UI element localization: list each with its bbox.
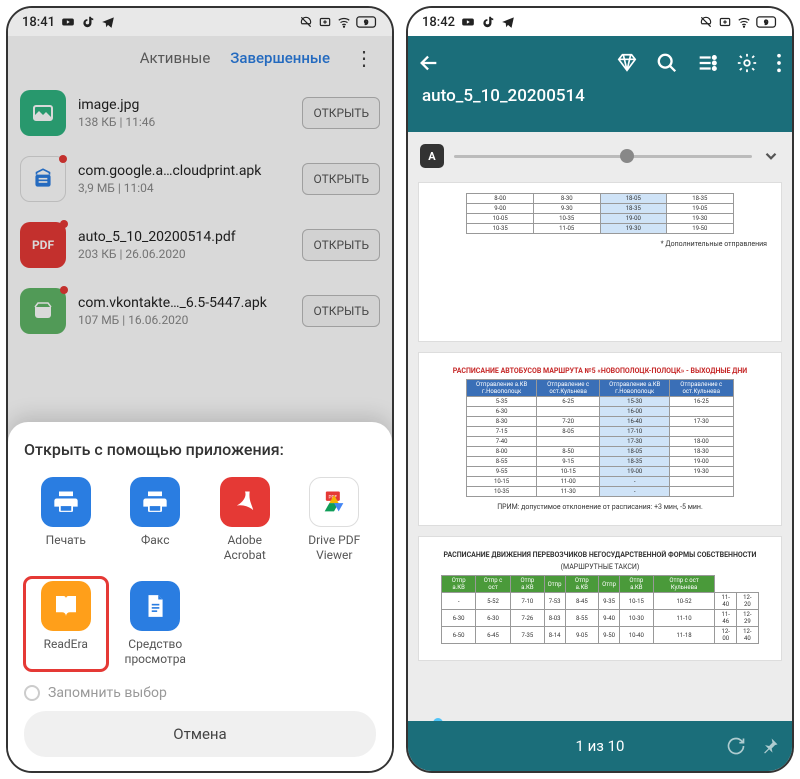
rotate-icon[interactable] [726,736,746,756]
remember-choice-row[interactable]: Запомнить выбор [24,685,376,701]
brightness-controls [418,140,782,172]
file-name: com.vkontakte…_6.5-5447.apk [78,295,290,311]
printer-icon [41,477,91,527]
battery-icon: 9 [756,15,778,29]
battery-saver-icon [318,15,332,29]
printer-icon [130,477,180,527]
status-bar: 18:42 9 [408,8,792,36]
svg-text:9: 9 [764,19,768,27]
open-button[interactable]: ОТКРЫТЬ [302,163,380,195]
mute-icon [699,15,713,29]
mute-icon [299,15,313,29]
youtube-icon [61,15,75,29]
app-option-print[interactable]: Печать [24,473,108,567]
file-meta: 3,9 МБ | 11:04 [78,181,290,195]
phone-left-screenshot: 18:41 9 Активные Завершенные ⋮ [6,6,394,773]
file-name: image.jpg [78,97,290,113]
app-label: Drive PDF Viewer [297,533,373,563]
reader-footer: 1 из 10 [408,721,792,771]
image-file-icon [20,90,66,136]
list-item[interactable]: image.jpg 138 КБ | 11:46 ОТКРЫТЬ [8,80,392,146]
doc-icon [130,581,180,631]
premium-diamond-icon[interactable] [616,52,638,74]
chevron-down-icon[interactable] [762,147,780,165]
pdf-page-2: РАСПИСАНИЕ АВТОБУСОВ МАРШРУТА №5 «НОВОПО… [418,352,782,526]
page-note: ПРИМ: допустимое отклонение от расписани… [433,503,767,511]
settings-gear-icon[interactable] [736,52,758,74]
brightness-slider[interactable] [454,155,752,158]
app-label: Adobe Acrobat [207,533,283,563]
file-meta: 138 КБ | 11:46 [78,115,290,129]
page-indicator: 1 из 10 [575,737,624,755]
telegram-icon [501,15,515,29]
youtube-icon [461,15,475,29]
auto-brightness-icon[interactable] [420,144,444,168]
app-option-drive-pdf[interactable]: PDF Drive PDF Viewer [293,473,377,567]
file-meta: 107 МБ | 16.06.2020 [78,313,290,327]
svg-text:9: 9 [364,19,368,27]
app-label: ReadEra [44,637,88,667]
app-label: Факс [141,533,169,563]
wifi-icon [337,15,351,29]
acrobat-icon [220,477,270,527]
document-viewport[interactable]: 8-008-3018-0518-359-009-3018-3519-0510-0… [408,132,792,721]
status-time: 18:41 [22,15,55,30]
page-caption: РАСПИСАНИЕ АВТОБУСОВ МАРШРУТА №5 «НОВОПО… [433,367,767,375]
tiktok-icon [481,15,495,29]
app-chooser-grid: Печать Факс Adobe Acrobat PDF [24,473,376,671]
download-tabs: Активные Завершенные ⋮ [8,36,392,80]
open-button[interactable]: ОТКРЫТЬ [302,295,380,327]
apk-file-icon [20,288,66,334]
radio-icon[interactable] [24,685,40,701]
pdf-page-1: 8-008-3018-0518-359-009-3018-3519-0510-0… [418,182,782,342]
app-label: Средство просмотра [118,637,194,667]
sheet-title: Открыть с помощью приложения: [24,440,376,459]
battery-icon: 9 [356,15,378,29]
overflow-menu-icon[interactable] [776,52,782,74]
status-bar: 18:41 9 [8,8,392,36]
contents-icon[interactable] [696,52,718,74]
back-icon[interactable] [418,52,440,74]
page-note: * Дополнительные отправления [433,240,767,248]
page-caption: РАСПИСАНИЕ ДВИЖЕНИЯ ПЕРЕВОЗЧИКОВ НЕГОСУД… [433,551,767,559]
page-subcaption: (МАРШРУТНЫЕ ТАКСИ) [433,563,767,571]
open-button[interactable]: ОТКРЫТЬ [302,97,380,129]
drive-pdf-icon: PDF [309,477,359,527]
file-name: com.google.a…cloudprint.apk [78,163,290,179]
tab-active[interactable]: Активные [140,49,211,67]
cancel-button[interactable]: Отмена [24,711,376,757]
more-menu-icon[interactable]: ⋮ [350,46,378,70]
app-option-viewer[interactable]: Средство просмотра [114,577,198,671]
phone-right-screenshot: 18:42 9 [406,6,794,773]
app-option-acrobat[interactable]: Adobe Acrobat [203,473,287,567]
pin-icon[interactable] [760,736,780,756]
file-name: auto_5_10_20200514.pdf [78,229,290,245]
apk-file-icon [20,156,66,202]
wifi-icon [737,15,751,29]
book-icon [41,581,91,631]
open-with-sheet: Открыть с помощью приложения: Печать Фак… [8,422,392,771]
list-item[interactable]: PDF auto_5_10_20200514.pdf 203 КБ | 26.0… [8,212,392,278]
reader-toolbar: auto_5_10_20200514 [408,36,792,132]
telegram-icon [101,15,115,29]
search-icon[interactable] [656,52,678,74]
remember-label: Запомнить выбор [48,685,167,701]
app-label: Печать [46,533,86,563]
status-time: 18:42 [422,15,455,30]
app-option-readera[interactable]: ReadEra [24,577,108,671]
tiktok-icon [81,15,95,29]
downloads-list: image.jpg 138 КБ | 11:46 ОТКРЫТЬ com.goo… [8,80,392,344]
pdf-file-icon: PDF [20,222,66,268]
file-meta: 203 КБ | 26.06.2020 [78,247,290,261]
battery-saver-icon [718,15,732,29]
pdf-page-3: РАСПИСАНИЕ ДВИЖЕНИЯ ПЕРЕВОЗЧИКОВ НЕГОСУД… [418,536,782,661]
open-button[interactable]: ОТКРЫТЬ [302,229,380,261]
list-item[interactable]: com.vkontakte…_6.5-5447.apk 107 МБ | 16.… [8,278,392,344]
app-option-fax[interactable]: Факс [114,473,198,567]
list-item[interactable]: com.google.a…cloudprint.apk 3,9 МБ | 11:… [8,146,392,212]
document-title: auto_5_10_20200514 [418,86,782,106]
tab-completed[interactable]: Завершенные [230,49,330,67]
